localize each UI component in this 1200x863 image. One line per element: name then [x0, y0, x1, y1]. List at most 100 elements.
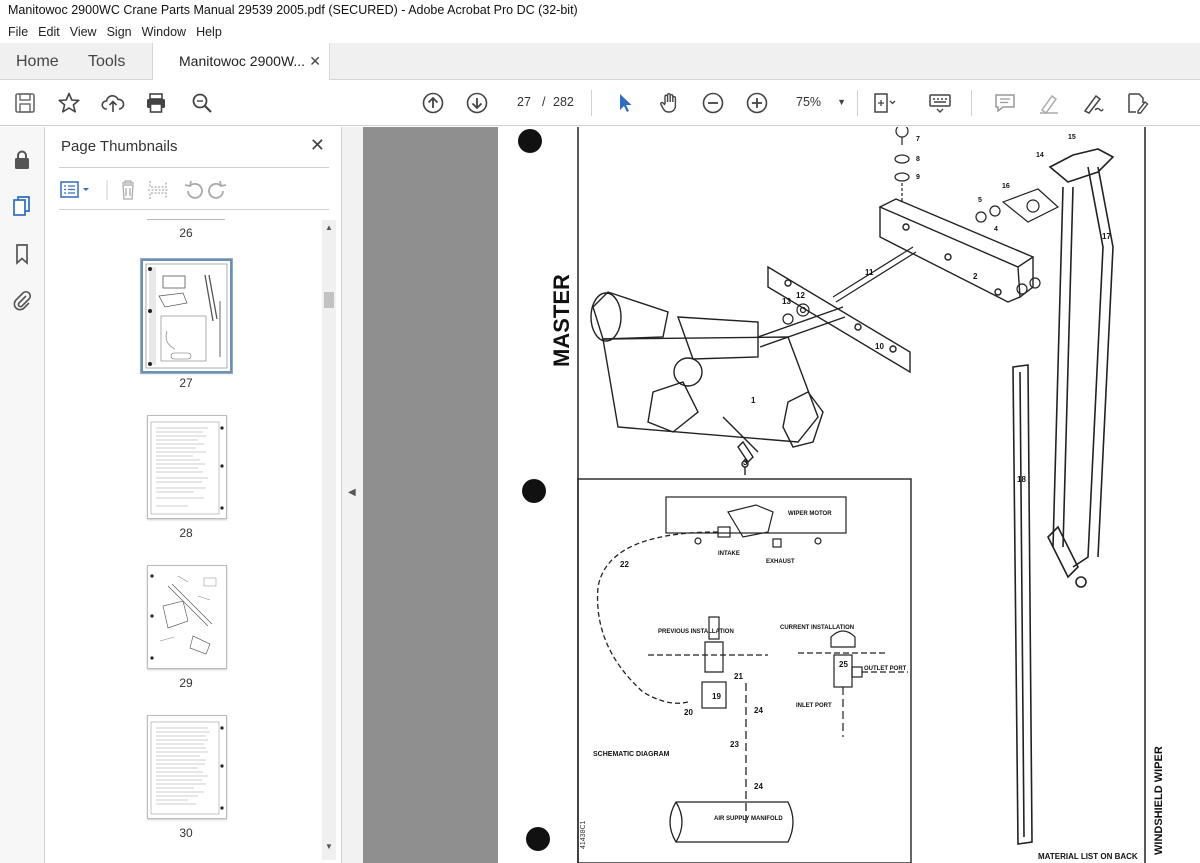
menu-file[interactable]: File [3, 22, 33, 43]
menu-edit[interactable]: Edit [33, 22, 65, 43]
tab-document[interactable]: Manitowoc 2900W... ✕ [152, 43, 330, 81]
callout-22: 22 [620, 560, 629, 569]
callout-11: 11 [865, 268, 874, 277]
callout-5: 5 [978, 197, 982, 204]
toolbar-divider [591, 90, 592, 116]
callout-9: 9 [916, 174, 920, 181]
close-tab-icon[interactable]: ✕ [309, 43, 321, 80]
tab-home[interactable]: Home [16, 43, 59, 80]
callout-16: 16 [1002, 183, 1010, 190]
page-total: 282 [553, 95, 574, 109]
schematic-title: SCHEMATIC DIAGRAM [593, 751, 670, 758]
keyboard-icon[interactable] [928, 91, 952, 115]
highlight-pen-icon[interactable] [1037, 91, 1061, 115]
tab-tools[interactable]: Tools [88, 43, 125, 80]
fastener-set-right [975, 188, 1060, 295]
drawing-number: 41438C1 [580, 820, 587, 849]
material-list-footer: MATERIAL LIST ON BACK [1038, 852, 1138, 861]
bookmark-icon[interactable] [11, 243, 33, 265]
lock-icon[interactable] [11, 149, 33, 171]
thumbnail-page-30[interactable] [147, 715, 227, 819]
wiper-arm [1047, 148, 1115, 588]
collapse-panel-icon[interactable]: ◀ [348, 487, 356, 498]
callout-1: 1 [751, 396, 756, 405]
panel-divider [59, 209, 329, 210]
scrollbar-thumb[interactable] [324, 292, 334, 308]
hand-tool-icon[interactable] [657, 91, 681, 115]
upload-cloud-icon[interactable] [101, 91, 125, 115]
pdf-page[interactable]: MASTER WINDSHIELD WIPER 41438C1 1 3 2 10… [498, 127, 1200, 863]
callout-3: 3 [743, 458, 748, 467]
exhaust-label: EXHAUST [766, 559, 795, 565]
panel-divider [59, 167, 329, 168]
callout-2: 2 [973, 272, 978, 281]
air-supply-label: AIR SUPPLY MANIFOLD [714, 816, 783, 822]
attachment-paperclip-icon[interactable] [11, 289, 33, 311]
scroll-down-icon[interactable]: ▼ [325, 842, 333, 851]
side-title: WINDSHIELD WIPER [1153, 746, 1165, 855]
thumbnail-scrollbar[interactable]: ▲ ▼ [322, 220, 336, 860]
thumb-26-edge[interactable] [147, 219, 225, 220]
menu-bar: File Edit View Sign Window Help [0, 22, 1200, 43]
select-cursor-icon[interactable] [613, 91, 637, 115]
zoom-search-icon[interactable] [190, 91, 214, 115]
menu-help[interactable]: Help [191, 22, 227, 43]
page-separator: / [542, 95, 546, 109]
thumbnail-page-27[interactable] [140, 258, 233, 374]
page-fit-icon[interactable] [872, 91, 896, 115]
thumbnail-page-29[interactable] [147, 565, 227, 669]
panel-collapse-strip[interactable]: ◀ [342, 127, 363, 863]
callout-23: 23 [730, 740, 739, 749]
window-title: Manitowoc 2900WC Crane Parts Manual 2953… [0, 0, 1200, 22]
save-icon[interactable] [13, 91, 37, 115]
page-thumbnails-icon[interactable] [11, 195, 33, 217]
binder-hole [518, 129, 542, 153]
parts-drawing: MASTER WINDSHIELD WIPER 41438C1 1 3 2 10… [518, 127, 1165, 863]
document-viewer[interactable]: MASTER WINDSHIELD WIPER 41438C1 1 3 2 10… [363, 127, 1200, 863]
print-icon[interactable] [144, 91, 168, 115]
wiper-blade [1012, 364, 1033, 845]
callout-12: 12 [796, 291, 805, 300]
wiper-motor-label: WIPER MOTOR [788, 511, 832, 517]
outlet-port-label: OUTLET PORT [864, 666, 907, 672]
menu-sign[interactable]: Sign [102, 22, 137, 43]
page-number-input[interactable]: 27 [509, 91, 539, 113]
menu-view[interactable]: View [65, 22, 102, 43]
thumb-label-28: 28 [179, 526, 193, 540]
next-page-icon[interactable] [465, 91, 489, 115]
tab-document-label: Manitowoc 2900W... [179, 53, 306, 69]
drive-shaft [832, 246, 917, 303]
thumbnail-toolbar [59, 177, 329, 203]
chevron-down-icon: ▼ [837, 97, 846, 107]
close-icon[interactable]: ✕ [310, 135, 325, 156]
callout-14: 14 [1036, 152, 1044, 159]
current-valve [798, 630, 908, 737]
callout-8: 8 [916, 156, 920, 163]
rotate-left-icon[interactable] [184, 180, 203, 199]
delete-icon[interactable] [122, 180, 134, 200]
comment-icon[interactable] [993, 91, 1017, 115]
menu-window[interactable]: Window [137, 22, 191, 43]
thumbnail-page-28[interactable] [147, 415, 227, 519]
toolbar-divider [857, 90, 858, 116]
zoom-select[interactable]: 75% ▼ [788, 91, 852, 113]
zoom-out-icon[interactable] [701, 91, 725, 115]
scroll-up-icon[interactable]: ▲ [325, 223, 333, 232]
star-icon[interactable] [57, 91, 81, 115]
air-supply-manifold [669, 801, 794, 843]
callout-17: 17 [1102, 232, 1111, 241]
rotate-right-icon[interactable] [208, 180, 227, 199]
draw-signature-icon[interactable] [1081, 91, 1105, 115]
zoom-in-icon[interactable] [745, 91, 769, 115]
extract-pages-icon[interactable] [148, 181, 168, 199]
thumb-label-26: 26 [179, 226, 193, 240]
master-label: MASTER [549, 274, 574, 367]
previous-page-icon[interactable] [421, 91, 445, 115]
callout-15: 15 [1068, 134, 1076, 141]
thumbnail-options-icon[interactable] [60, 181, 89, 198]
wiper-motor-assembly [590, 291, 846, 475]
callout-13: 13 [782, 297, 791, 306]
edit-pdf-icon[interactable] [1125, 91, 1149, 115]
callout-18: 18 [1017, 475, 1026, 484]
bolt-stack [894, 127, 910, 202]
